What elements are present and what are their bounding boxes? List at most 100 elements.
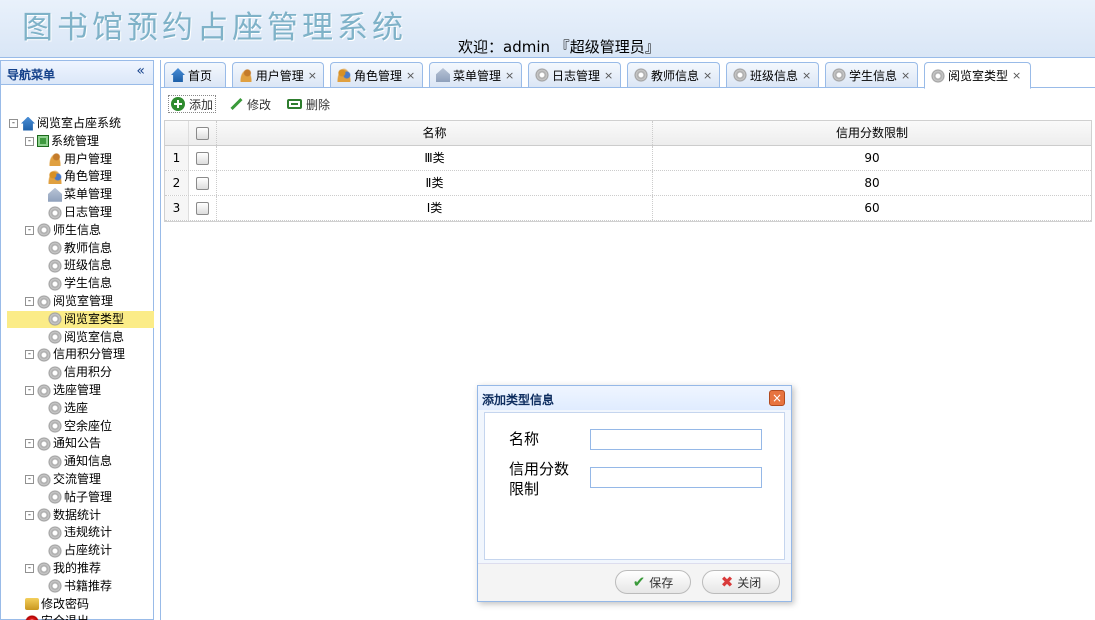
nav-tree-item[interactable]: 班级信息 (45, 257, 112, 274)
nav-tree-label: 安全退出 (41, 613, 89, 620)
select-all-checkbox[interactable] (196, 126, 209, 140)
delete-button[interactable]: 删除 (287, 95, 330, 113)
nav-tree-label: 帖子管理 (64, 489, 113, 504)
nav-tree-item[interactable]: - 信用积分管理 (25, 346, 125, 363)
tab[interactable]: 首页 (164, 62, 226, 87)
nav-tree-item[interactable]: 书籍推荐 (45, 578, 112, 595)
save-button[interactable]: ✔ 保存 (615, 570, 691, 594)
column-header-name[interactable]: 名称 (217, 121, 653, 145)
collapse-toggle-icon[interactable]: - (25, 510, 34, 520)
tab[interactable]: 菜单管理 × (429, 62, 522, 87)
dialog-form: 名称 信用分数 限制 (484, 412, 785, 560)
save-label: 保存 (649, 575, 674, 590)
nav-tree-item[interactable]: 角色管理 (45, 168, 112, 185)
collapse-toggle-icon[interactable]: - (25, 564, 34, 573)
nav-tree-item[interactable]: - 阅览室管理 (25, 293, 113, 310)
tab[interactable]: 教师信息 × (627, 62, 720, 87)
collapse-toggle-icon[interactable]: - (25, 350, 34, 360)
tab[interactable]: 学生信息 × (825, 62, 918, 87)
tab-label: 教师信息 (651, 68, 700, 83)
nav-tree-item[interactable]: 选座 (45, 400, 88, 417)
tab-label: 角色管理 (354, 68, 403, 83)
app-header: 图书馆预约占座管理系统 欢迎：admin 『超级管理员』 (0, 0, 1095, 58)
table-row[interactable]: 3 Ⅰ类 60 (165, 196, 1091, 221)
nav-tree-item[interactable]: 空余座位 (45, 418, 112, 435)
tab-close-icon[interactable]: × (1012, 69, 1021, 82)
dialog-footer: ✔ 保存 ✖ 关闭 (478, 563, 791, 601)
name-input[interactable] (590, 429, 762, 450)
nav-tree-item[interactable]: - 阅览室占座系统 (9, 115, 121, 132)
collapse-toggle-icon[interactable]: - (25, 475, 34, 484)
collapse-toggle-icon[interactable]: - (25, 136, 34, 146)
nav-tree-item[interactable]: 阅览室类型 (7, 310, 154, 328)
header-checkbox-cell (189, 121, 217, 145)
sidebar-title: 导航菜单 (7, 68, 56, 82)
add-button[interactable]: 添加 (168, 95, 217, 113)
collapse-toggle-icon[interactable]: - (25, 297, 34, 306)
nav-tree-item[interactable]: 用户管理 (45, 151, 112, 168)
nav-tree-item[interactable]: 违规统计 (45, 524, 112, 541)
row-checkbox[interactable] (196, 151, 209, 165)
tab-close-icon[interactable]: × (406, 69, 415, 82)
nav-tree-item[interactable]: 信用积分 (45, 364, 112, 381)
row-checkbox[interactable] (196, 176, 209, 190)
nav-tree-item[interactable]: 学生信息 (45, 275, 112, 292)
collapse-toggle-icon[interactable]: - (25, 225, 34, 235)
edit-button[interactable]: 修改 (229, 95, 271, 113)
nav-tree-item[interactable]: 菜单管理 (45, 186, 112, 203)
tab-label: 阅览室类型 (948, 69, 1009, 83)
nav-tree-item[interactable]: 阅览室信息 (45, 329, 124, 346)
collapse-sidebar-icon[interactable]: « (136, 63, 145, 79)
dialog-close-icon[interactable]: × (769, 390, 785, 406)
edit-label: 修改 (247, 97, 272, 112)
tab[interactable]: 班级信息 × (726, 62, 819, 87)
collapse-toggle-icon[interactable]: - (25, 386, 34, 395)
close-button[interactable]: ✖ 关闭 (702, 570, 780, 594)
tab-close-icon[interactable]: × (604, 69, 613, 82)
collapse-toggle-icon[interactable]: - (9, 119, 18, 128)
limit-field-label-line1: 信用分数 (509, 460, 570, 478)
tab-close-icon[interactable]: × (703, 69, 712, 82)
tab-close-icon[interactable]: × (901, 69, 910, 82)
column-header-limit[interactable]: 信用分数限制 (653, 121, 1091, 145)
nav-tree-item[interactable]: 通知信息 (45, 453, 112, 470)
tab-close-icon[interactable]: × (802, 69, 811, 82)
tab[interactable]: 日志管理 × (528, 62, 621, 87)
nav-tree-item[interactable]: - 系统管理 (25, 133, 99, 150)
table-row[interactable]: 1 Ⅲ类 90 (165, 146, 1091, 171)
tab[interactable]: 角色管理 × (330, 62, 423, 87)
table-row[interactable]: 2 Ⅱ类 80 (165, 171, 1091, 196)
nav-tree-item[interactable]: 安全退出 (25, 613, 89, 620)
nav-tree-label: 选座 (64, 400, 89, 415)
cell-name: Ⅲ类 (217, 146, 653, 170)
nav-tree-item[interactable]: - 选座管理 (25, 382, 101, 399)
gear-icon (48, 258, 62, 273)
nav-tree-item[interactable]: 帖子管理 (45, 489, 112, 506)
system-icon (37, 135, 49, 148)
nav-tree-item[interactable]: - 师生信息 (25, 222, 101, 239)
collapse-toggle-icon[interactable]: - (25, 439, 34, 449)
nav-tree-label: 教师信息 (64, 240, 113, 255)
sidebar-header: 导航菜单 « (1, 61, 153, 85)
row-checkbox[interactable] (196, 201, 209, 215)
nav-tree-item[interactable]: 修改密码 (25, 596, 89, 613)
nav-tree-item[interactable]: - 通知公告 (25, 435, 101, 452)
tab[interactable]: 用户管理 × (232, 62, 324, 87)
grid-body: 1 Ⅲ类 90 2 Ⅱ类 80 3 Ⅰ类 60 (165, 146, 1091, 221)
nav-tree-item[interactable]: 日志管理 (45, 204, 112, 221)
data-grid: 名称 信用分数限制 1 Ⅲ类 90 2 Ⅱ类 80 3 Ⅰ类 60 (164, 120, 1092, 222)
nav-tree-item[interactable]: - 我的推荐 (25, 560, 101, 577)
add-icon (171, 97, 185, 111)
tab-label: 日志管理 (552, 68, 601, 83)
nav-tree-item[interactable]: 占座统计 (45, 542, 112, 559)
pencil-icon (229, 97, 243, 111)
gear-icon (37, 472, 51, 487)
tab[interactable]: 阅览室类型 × (924, 62, 1031, 89)
tab-close-icon[interactable]: × (308, 69, 317, 82)
nav-tree-item[interactable]: 教师信息 (45, 240, 112, 257)
cell-name: Ⅰ类 (217, 196, 653, 220)
limit-input[interactable] (590, 467, 762, 488)
nav-tree-item[interactable]: - 数据统计 (25, 507, 101, 524)
nav-tree-item[interactable]: - 交流管理 (25, 471, 101, 488)
tab-close-icon[interactable]: × (505, 69, 514, 82)
